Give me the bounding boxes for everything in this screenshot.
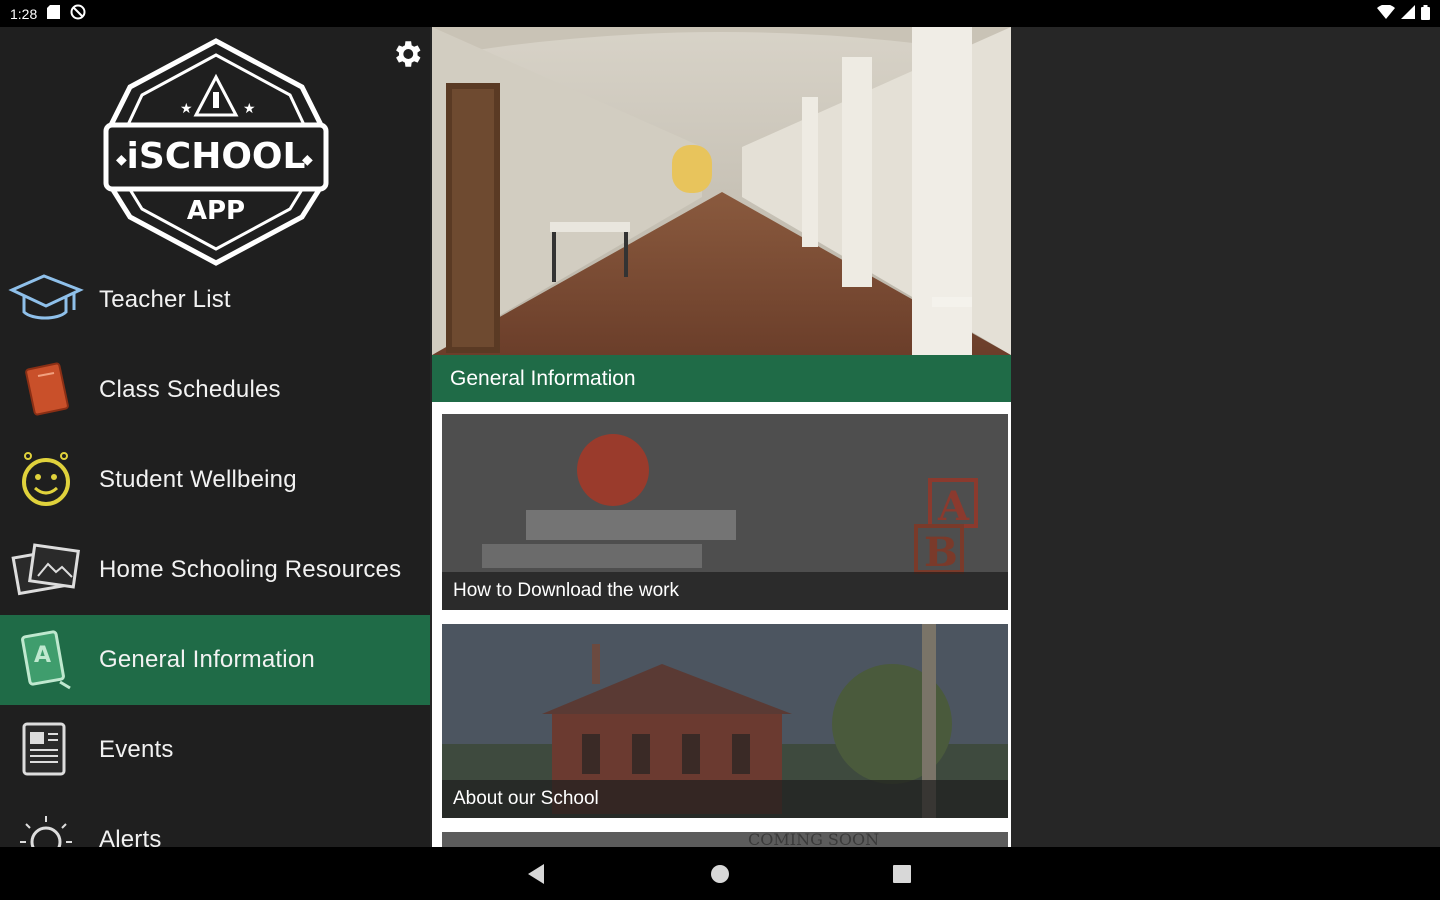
empty-area [1011,27,1440,847]
section-title: General Information [450,366,636,390]
gear-icon [396,41,421,67]
svg-text:A: A [34,643,51,668]
back-button[interactable] [524,861,550,887]
drawer-menu: Teacher List Class Schedules Student Wel… [0,255,430,847]
app-screen: 1:28 iSCHOOL APP ★ ★ ◆ ◆ Teacher List Cl… [0,0,1440,900]
settings-button[interactable] [388,35,426,73]
photos-icon [8,540,84,600]
menu-item-general-information[interactable]: A General Information [0,615,430,705]
notebook-icon [8,360,84,420]
menu-label: Class Schedules [99,376,281,403]
svg-text:◆: ◆ [302,151,313,167]
lightbulb-icon [8,810,84,847]
status-time: 1:28 [10,5,38,22]
svg-text:◆: ◆ [116,151,127,167]
sd-card-icon [47,5,61,22]
menu-item-alerts[interactable]: Alerts ! [0,795,430,847]
recents-button[interactable] [889,861,915,887]
content-panel: General Information A B How to Download … [432,27,1011,847]
logo-sub-text: APP [187,196,245,226]
svg-text:★: ★ [243,100,256,116]
menu-label: Student Wellbeing [99,466,297,493]
card-caption: About our School [442,780,1008,818]
menu-item-student-wellbeing[interactable]: Student Wellbeing [0,435,430,525]
newspaper-icon [8,720,84,780]
system-navigation-bar [0,847,1440,900]
menu-label: Events [99,736,174,763]
menu-item-class-schedules[interactable]: Class Schedules [0,345,430,435]
recents-icon [893,865,911,883]
menu-label: Teacher List [99,286,231,313]
svg-text:★: ★ [180,100,193,116]
card-how-to-download[interactable]: A B How to Download the work [442,414,1008,610]
status-bar: 1:28 [0,0,1440,27]
menu-label: Alerts [99,826,162,847]
back-icon [528,864,544,884]
no-sim-icon [70,4,86,23]
navigation-drawer: iSCHOOL APP ★ ★ ◆ ◆ Teacher List Class S… [0,27,430,847]
card-about-our-school[interactable]: About our School [442,624,1008,818]
menu-label: General Information [99,646,315,673]
battery-icon [1421,4,1430,23]
signal-icon [1401,5,1415,22]
smiley-clock-icon [8,450,84,510]
home-button[interactable] [707,861,733,887]
svg-text:B: B [924,529,958,576]
coming-soon-text: COMING SOON [748,832,880,847]
graduation-cap-icon [8,270,84,330]
hero-image-corridor [432,27,1011,355]
ischool-app-logo: iSCHOOL APP ★ ★ ◆ ◆ [100,37,332,267]
wifi-icon [1377,4,1395,22]
menu-item-teacher-list[interactable]: Teacher List [0,255,430,345]
book-icon: A [8,630,84,690]
home-icon [711,865,729,883]
svg-text:A: A [937,483,970,530]
section-header: General Information [432,355,1011,402]
logo-main-text: iSCHOOL [127,136,306,177]
menu-item-events[interactable]: Events [0,705,430,795]
menu-label: Home Schooling Resources [99,556,402,583]
card-caption: How to Download the work [442,572,1008,610]
card-coming-soon[interactable]: COMING SOON [442,832,1008,847]
menu-item-home-schooling-resources[interactable]: Home Schooling Resources [0,525,430,615]
